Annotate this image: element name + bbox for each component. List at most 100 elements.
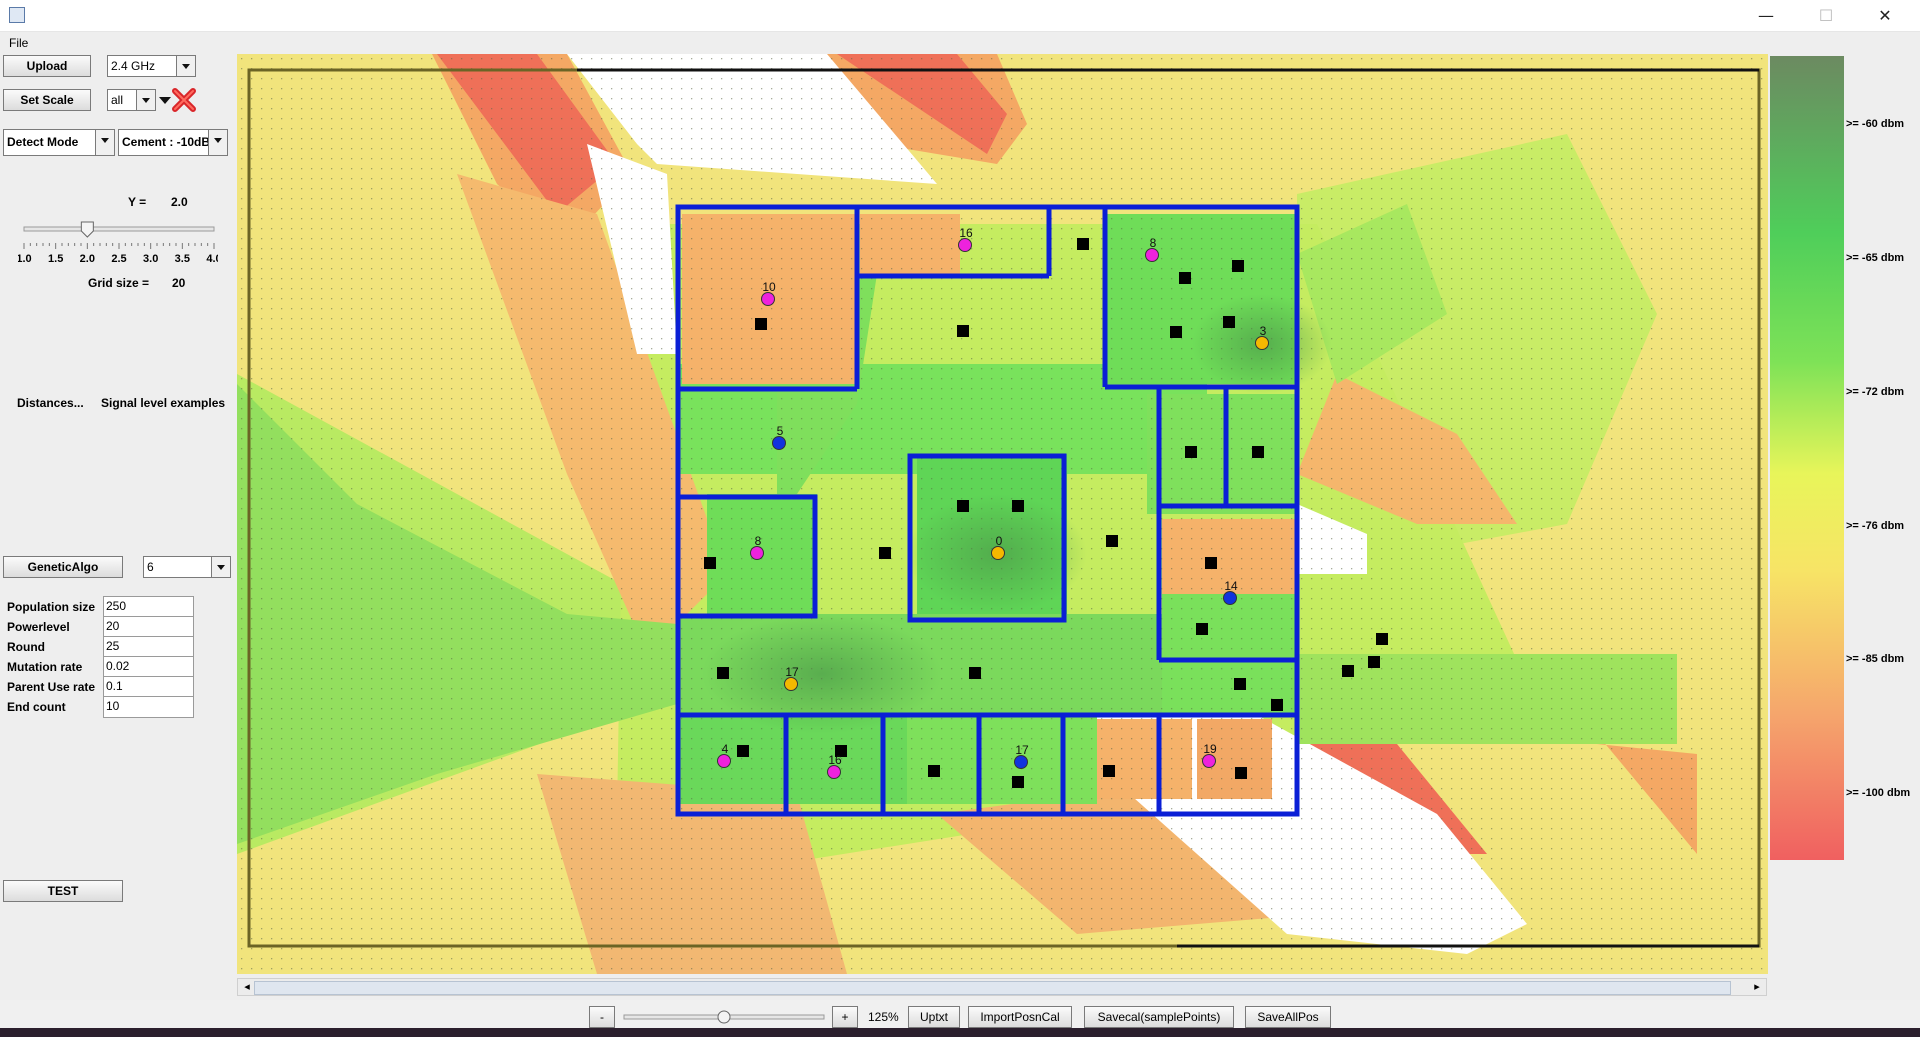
access-point-marker[interactable] [761, 292, 775, 306]
test-button[interactable]: TEST [3, 880, 123, 902]
set-scale-button[interactable]: Set Scale [3, 89, 91, 111]
sample-point-marker[interactable] [717, 667, 729, 679]
param-label: Population size [7, 600, 96, 614]
sample-point-marker[interactable] [1271, 699, 1283, 711]
uptxt-button[interactable]: Uptxt [908, 1006, 960, 1028]
population-size-field[interactable]: 250 [103, 596, 194, 618]
zoom-out-button[interactable]: - [589, 1006, 615, 1028]
chevron-down-icon[interactable] [95, 130, 114, 155]
genetic-algo-button[interactable]: GeneticAlgo [3, 556, 123, 578]
access-point-marker[interactable] [1223, 591, 1237, 605]
sample-point-marker[interactable] [1234, 678, 1246, 690]
chevron-down-icon[interactable] [136, 90, 155, 110]
sample-point-marker[interactable] [1196, 623, 1208, 635]
access-point-marker[interactable] [1145, 248, 1159, 262]
sample-point-marker[interactable] [928, 765, 940, 777]
access-point-marker[interactable] [958, 238, 972, 252]
access-point-label: 5 [777, 424, 784, 438]
access-point-label: 10 [762, 280, 776, 294]
band-select-value: 2.4 GHz [111, 59, 156, 73]
access-point-marker[interactable] [1014, 755, 1028, 769]
zoom-slider[interactable] [622, 1006, 828, 1028]
minimize-button[interactable]: — [1743, 0, 1789, 32]
algo-select[interactable]: 6 [143, 556, 231, 578]
heatmap-canvas[interactable]: 10 16 8 3 5 8 0 14 17 4 16 17 19 [237, 54, 1768, 974]
access-point-marker[interactable] [772, 436, 786, 450]
floor-plan-heatmap[interactable]: 10 16 8 3 5 8 0 14 17 4 16 17 19 [237, 54, 1768, 974]
sample-point-marker[interactable] [1232, 260, 1244, 272]
y-slider[interactable]: 1.0 1.5 2.0 2.5 3.0 3.5 4.0 [16, 218, 222, 265]
distances-link[interactable]: Distances... [17, 396, 84, 410]
sample-point-marker[interactable] [1077, 238, 1089, 250]
sample-point-marker[interactable] [1368, 656, 1380, 668]
slider-thumb[interactable] [80, 221, 94, 238]
sample-point-marker[interactable] [1012, 500, 1024, 512]
maximize-button[interactable]: ☐ [1803, 0, 1849, 32]
sample-point-marker[interactable] [1106, 535, 1118, 547]
sample-point-marker[interactable] [737, 745, 749, 757]
sample-point-marker[interactable] [1103, 765, 1115, 777]
sample-point-marker[interactable] [1235, 767, 1247, 779]
access-point-marker[interactable] [1255, 336, 1269, 350]
access-point-marker[interactable] [750, 546, 764, 560]
delete-icon[interactable] [171, 87, 197, 113]
powerlevel-field[interactable]: 20 [103, 616, 194, 638]
chevron-down-icon[interactable] [176, 56, 195, 76]
sample-point-marker[interactable] [1012, 776, 1024, 788]
end-count-field[interactable]: 10 [103, 696, 194, 718]
slider-track [23, 226, 215, 232]
sample-point-marker[interactable] [879, 547, 891, 559]
menu-file[interactable]: File [9, 36, 28, 50]
sample-point-marker[interactable] [1170, 326, 1182, 338]
chevron-down-icon[interactable] [208, 130, 227, 155]
params-form: Population size 250 Powerlevel 20 Round … [7, 596, 197, 718]
filter-select-value: all [111, 93, 124, 107]
legend-label: >= -100 dbm [1846, 787, 1911, 799]
mutation-rate-field[interactable]: 0.02 [103, 656, 194, 678]
material-select[interactable]: Cement : -10dB [118, 129, 228, 156]
round-field[interactable]: 25 [103, 636, 194, 658]
band-select[interactable]: 2.4 GHz [107, 55, 196, 77]
grid-size-label: Grid size = [88, 276, 150, 290]
signal-level-examples-link[interactable]: Signal level examples [101, 396, 225, 410]
slider-tick-label: 2.5 [111, 253, 126, 264]
slider-tick-label: 2.0 [80, 253, 95, 264]
access-point-label: 17 [785, 665, 799, 679]
savecal-sample-points-button[interactable]: Savecal(samplePoints) [1084, 1006, 1234, 1028]
scroll-thumb[interactable] [254, 981, 1731, 995]
zoom-slider-thumb[interactable] [717, 1010, 731, 1024]
parent-use-rate-field[interactable]: 0.1 [103, 676, 194, 698]
access-point-marker[interactable] [827, 765, 841, 779]
sample-point-marker[interactable] [957, 325, 969, 337]
sample-point-marker[interactable] [1252, 446, 1264, 458]
scroll-left-icon[interactable]: ◂ [240, 980, 254, 994]
sample-point-marker[interactable] [1179, 272, 1191, 284]
access-point-label: 0 [996, 534, 1003, 548]
slider-tick-label: 1.5 [48, 253, 63, 264]
save-all-pos-button[interactable]: SaveAllPos [1245, 1006, 1331, 1028]
chevron-down-icon[interactable] [211, 557, 230, 577]
access-point-marker[interactable] [991, 546, 1005, 560]
sample-point-marker[interactable] [1185, 446, 1197, 458]
upload-button[interactable]: Upload [3, 55, 91, 77]
access-point-marker[interactable] [717, 754, 731, 768]
sample-point-marker[interactable] [957, 500, 969, 512]
filter-select[interactable]: all [107, 89, 156, 111]
sample-point-marker[interactable] [1223, 316, 1235, 328]
sample-point-marker[interactable] [704, 557, 716, 569]
close-window-button[interactable]: ✕ [1862, 0, 1908, 32]
horizontal-scrollbar[interactable]: ◂ ▸ [237, 978, 1767, 996]
sample-point-marker[interactable] [755, 318, 767, 330]
y-value: 2.0 [171, 195, 188, 209]
sample-point-marker[interactable] [1376, 633, 1388, 645]
sample-point-marker[interactable] [1342, 665, 1354, 677]
import-posn-cal-button[interactable]: ImportPosnCal [968, 1006, 1072, 1028]
access-point-marker[interactable] [1202, 754, 1216, 768]
scroll-right-icon[interactable]: ▸ [1750, 980, 1764, 994]
zoom-in-button[interactable]: + [832, 1006, 858, 1028]
access-point-label: 8 [1150, 236, 1157, 250]
sample-point-marker[interactable] [1205, 557, 1217, 569]
access-point-marker[interactable] [784, 677, 798, 691]
detect-mode-select[interactable]: Detect Mode [3, 129, 115, 156]
sample-point-marker[interactable] [969, 667, 981, 679]
